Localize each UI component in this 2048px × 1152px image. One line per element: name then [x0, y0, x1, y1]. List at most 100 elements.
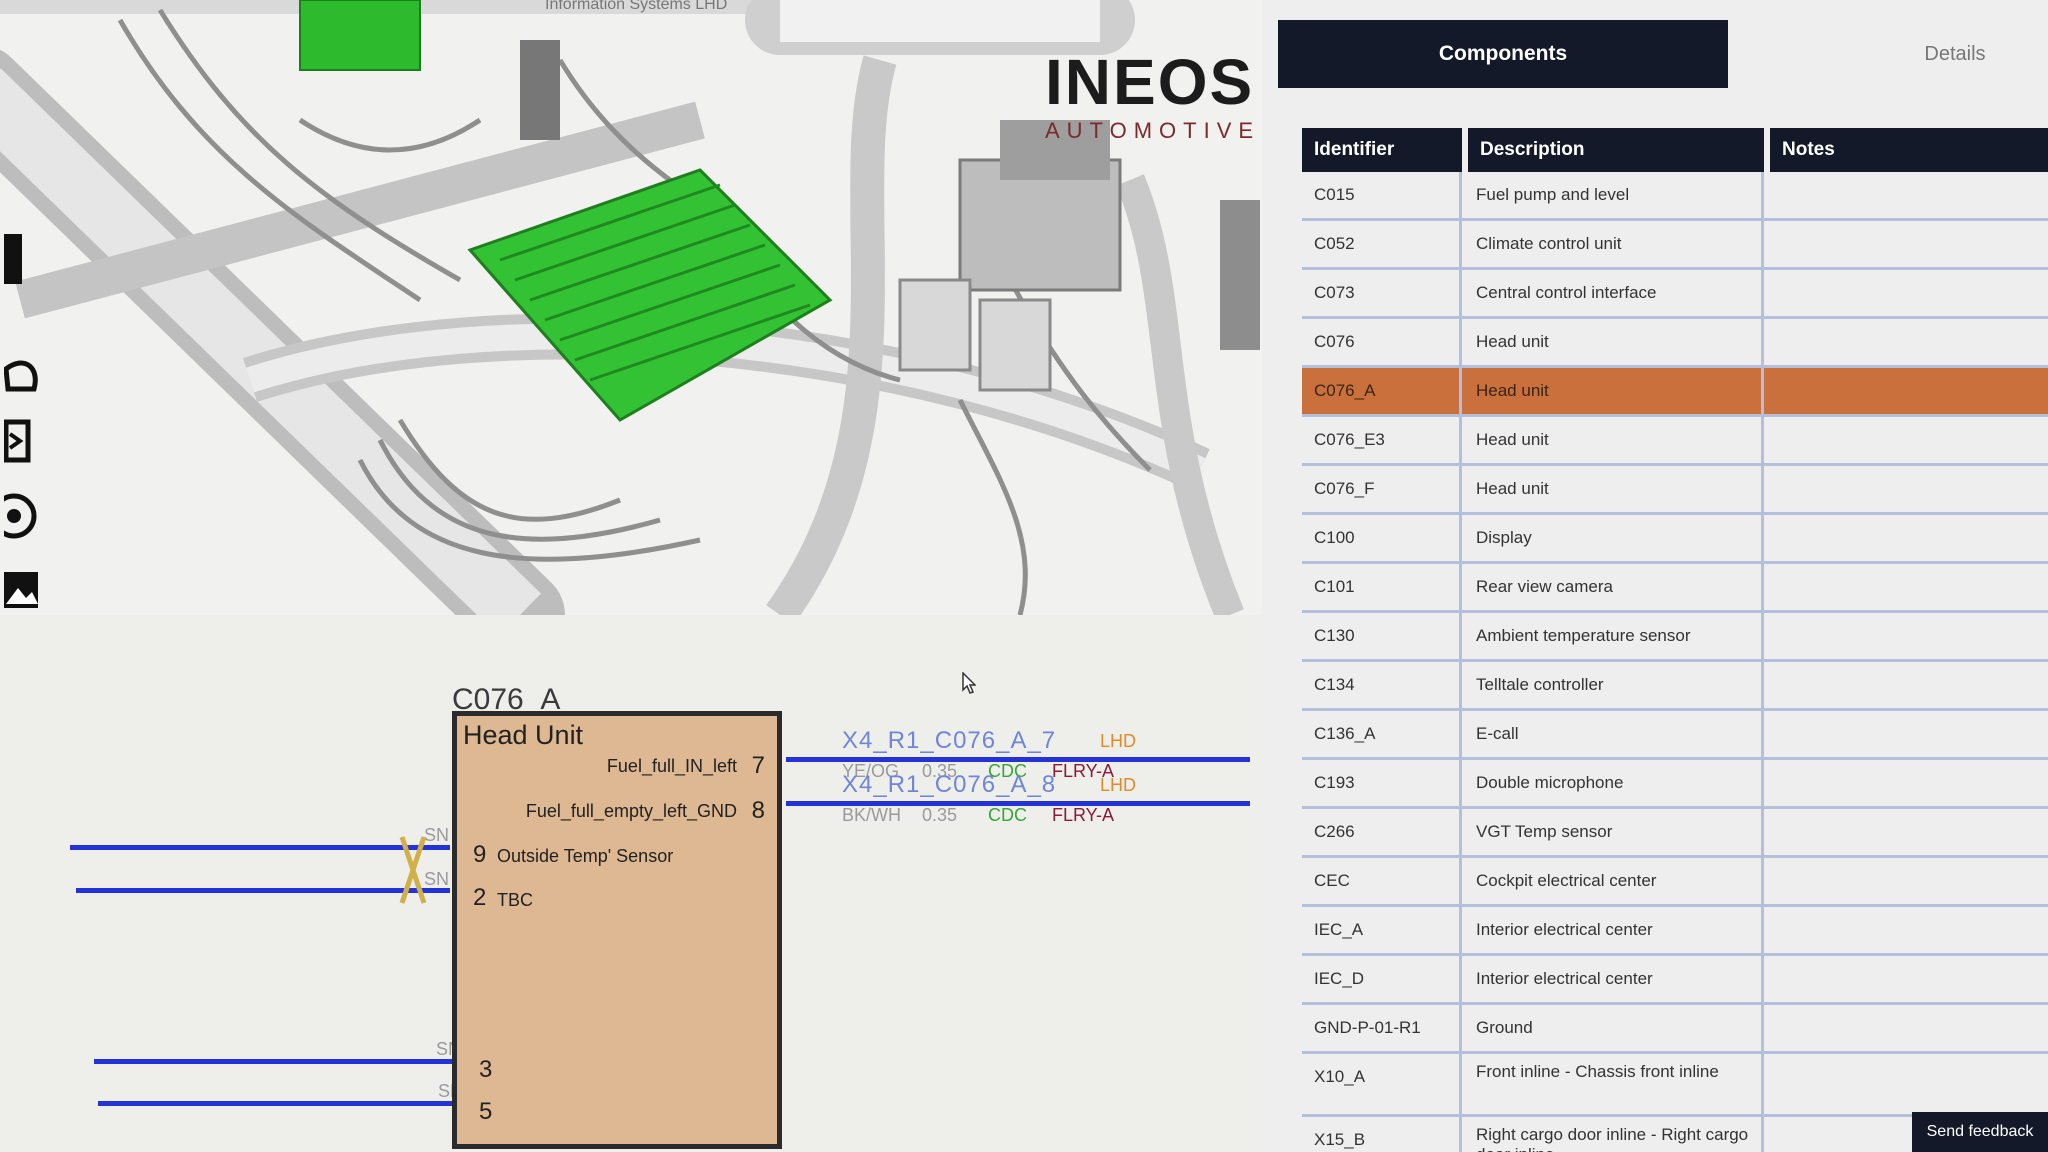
cell-notes — [1766, 1005, 2048, 1051]
table-row[interactable]: C073 Central control interface — [1302, 270, 2048, 319]
wire-label: X4_R1_C076_A_8 — [842, 771, 1057, 798]
cell-notes — [1766, 613, 2048, 659]
wire-pin-2[interactable] — [76, 888, 450, 893]
cell-notes — [1766, 368, 2048, 414]
pin-number: 9 — [473, 841, 487, 868]
table-row[interactable]: C052 Climate control unit — [1302, 221, 2048, 270]
cell-description: Head unit — [1464, 368, 1764, 414]
wire-variant: LHD — [1100, 731, 1137, 751]
cell-description: Fuel pump and level — [1464, 172, 1764, 218]
table-row[interactable]: X10_A Front inline - Chassis front inline — [1302, 1054, 2048, 1117]
cell-notes — [1766, 564, 2048, 610]
cell-notes — [1766, 1054, 2048, 1114]
cell-notes — [1766, 711, 2048, 757]
table-row[interactable]: GND-P-01-R1 Ground — [1302, 1005, 2048, 1054]
column-header-identifier[interactable]: Identifier — [1302, 128, 1462, 172]
table-row[interactable]: C100 Display — [1302, 515, 2048, 564]
table-row[interactable]: C101 Rear view camera — [1302, 564, 2048, 613]
table-row[interactable]: C134 Telltale controller — [1302, 662, 2048, 711]
wire-type: FLRY-A — [1052, 805, 1115, 825]
pin-name: Outside Temp' Sensor — [497, 846, 674, 866]
components-table: Identifier Description Notes C015 Fuel pu… — [1302, 128, 2048, 1152]
head-unit-block[interactable]: Head Unit Fuel_full_IN_left 7 Fuel_full_… — [452, 711, 782, 1149]
cell-description: Climate control unit — [1464, 221, 1764, 267]
image-icon[interactable] — [0, 560, 62, 622]
pin-name: TBC — [497, 890, 533, 910]
cell-description: Head unit — [1464, 319, 1764, 365]
cell-notes — [1766, 221, 2048, 267]
table-row[interactable]: C076_A Head unit — [1302, 368, 2048, 417]
cell-identifier: C076_E3 — [1302, 417, 1462, 463]
table-row[interactable]: C136_A E-call — [1302, 711, 2048, 760]
pin-number: 8 — [751, 797, 765, 824]
cell-description: Double microphone — [1464, 760, 1764, 806]
cell-identifier: C266 — [1302, 809, 1462, 855]
table-header: Identifier Description Notes — [1302, 128, 2048, 172]
export-icon[interactable] — [0, 410, 62, 472]
wire-pin-9[interactable] — [70, 845, 450, 850]
cell-description: E-call — [1464, 711, 1764, 757]
cell-notes — [1766, 515, 2048, 561]
cell-identifier: GND-P-01-R1 — [1302, 1005, 1462, 1051]
shield-tag: SN — [424, 869, 450, 889]
cell-identifier: X15_B — [1302, 1117, 1462, 1152]
cell-description: Front inline - Chassis front inline — [1464, 1054, 1764, 1114]
wiring-schematic[interactable]: C076_A SN SN SN SN Head Unit Fuel_full_I… — [0, 615, 1262, 1152]
column-header-description[interactable]: Description — [1468, 128, 1764, 172]
cell-identifier: C101 — [1302, 564, 1462, 610]
pointer-icon[interactable] — [0, 230, 62, 292]
table-row[interactable]: C130 Ambient temperature sensor — [1302, 613, 2048, 662]
table-row[interactable]: C193 Double microphone — [1302, 760, 2048, 809]
cell-description: Interior electrical center — [1464, 907, 1764, 953]
cell-identifier: C073 — [1302, 270, 1462, 316]
table-row[interactable]: C076_E3 Head unit — [1302, 417, 2048, 466]
wire-color-code: BK/WH — [842, 805, 902, 825]
cell-description: Rear view camera — [1464, 564, 1764, 610]
cell-description: Head unit — [1464, 417, 1764, 463]
cell-identifier: C136_A — [1302, 711, 1462, 757]
cell-notes — [1766, 858, 2048, 904]
table-row[interactable]: CEC Cockpit electrical center — [1302, 858, 2048, 907]
cell-notes — [1766, 319, 2048, 365]
pin-name: Fuel_full_IN_left — [606, 756, 737, 776]
cell-notes — [1766, 809, 2048, 855]
cell-identifier: C015 — [1302, 172, 1462, 218]
cell-identifier: C130 — [1302, 613, 1462, 659]
send-feedback-button[interactable]: Send feedback — [1912, 1112, 2048, 1152]
table-row[interactable]: IEC_A Interior electrical center — [1302, 907, 2048, 956]
brand-name: INEOS — [1045, 46, 1255, 118]
cell-identifier: C052 — [1302, 221, 1462, 267]
table-row[interactable]: C266 VGT Temp sensor — [1302, 809, 2048, 858]
table-row[interactable]: C015 Fuel pump and level — [1302, 172, 2048, 221]
3d-viewport[interactable]: Information Systems LHD INEOS AUTOMOTIVE — [0, 0, 1262, 615]
table-row[interactable]: C076 Head unit — [1302, 319, 2048, 368]
wire-pin-3[interactable] — [94, 1059, 452, 1064]
table-row[interactable]: C076_F Head unit — [1302, 466, 2048, 515]
hand-icon[interactable] — [0, 345, 62, 407]
cell-description: Ambient temperature sensor — [1464, 613, 1764, 659]
pin-name: Fuel_full_empty_left_GND — [525, 801, 737, 821]
wire-variant: LHD — [1100, 775, 1137, 795]
cell-identifier: C076_A — [1302, 368, 1462, 414]
tab-components[interactable]: Components — [1278, 20, 1728, 88]
cell-identifier: IEC_D — [1302, 956, 1462, 1002]
table-row[interactable]: IEC_D Interior electrical center — [1302, 956, 2048, 1005]
cell-description: Cockpit electrical center — [1464, 858, 1764, 904]
cell-notes — [1766, 270, 2048, 316]
cell-description: Ground — [1464, 1005, 1764, 1051]
app-screen: Information Systems LHD INEOS AUTOMOTIVE… — [0, 0, 2048, 1152]
cell-description: VGT Temp sensor — [1464, 809, 1764, 855]
cell-identifier: C100 — [1302, 515, 1462, 561]
cell-identifier: X10_A — [1302, 1054, 1462, 1114]
mouse-cursor-icon — [962, 672, 976, 694]
pin-number: 7 — [751, 752, 765, 779]
cell-description: Interior electrical center — [1464, 956, 1764, 1002]
wire-cdc: CDC — [988, 805, 1027, 825]
tab-details[interactable]: Details — [1862, 20, 2048, 88]
column-header-notes[interactable]: Notes — [1770, 128, 2048, 172]
cell-notes — [1766, 172, 2048, 218]
wire-pin-5[interactable] — [98, 1101, 452, 1106]
cell-description: Central control interface — [1464, 270, 1764, 316]
target-icon[interactable] — [0, 485, 62, 547]
cell-notes — [1766, 466, 2048, 512]
